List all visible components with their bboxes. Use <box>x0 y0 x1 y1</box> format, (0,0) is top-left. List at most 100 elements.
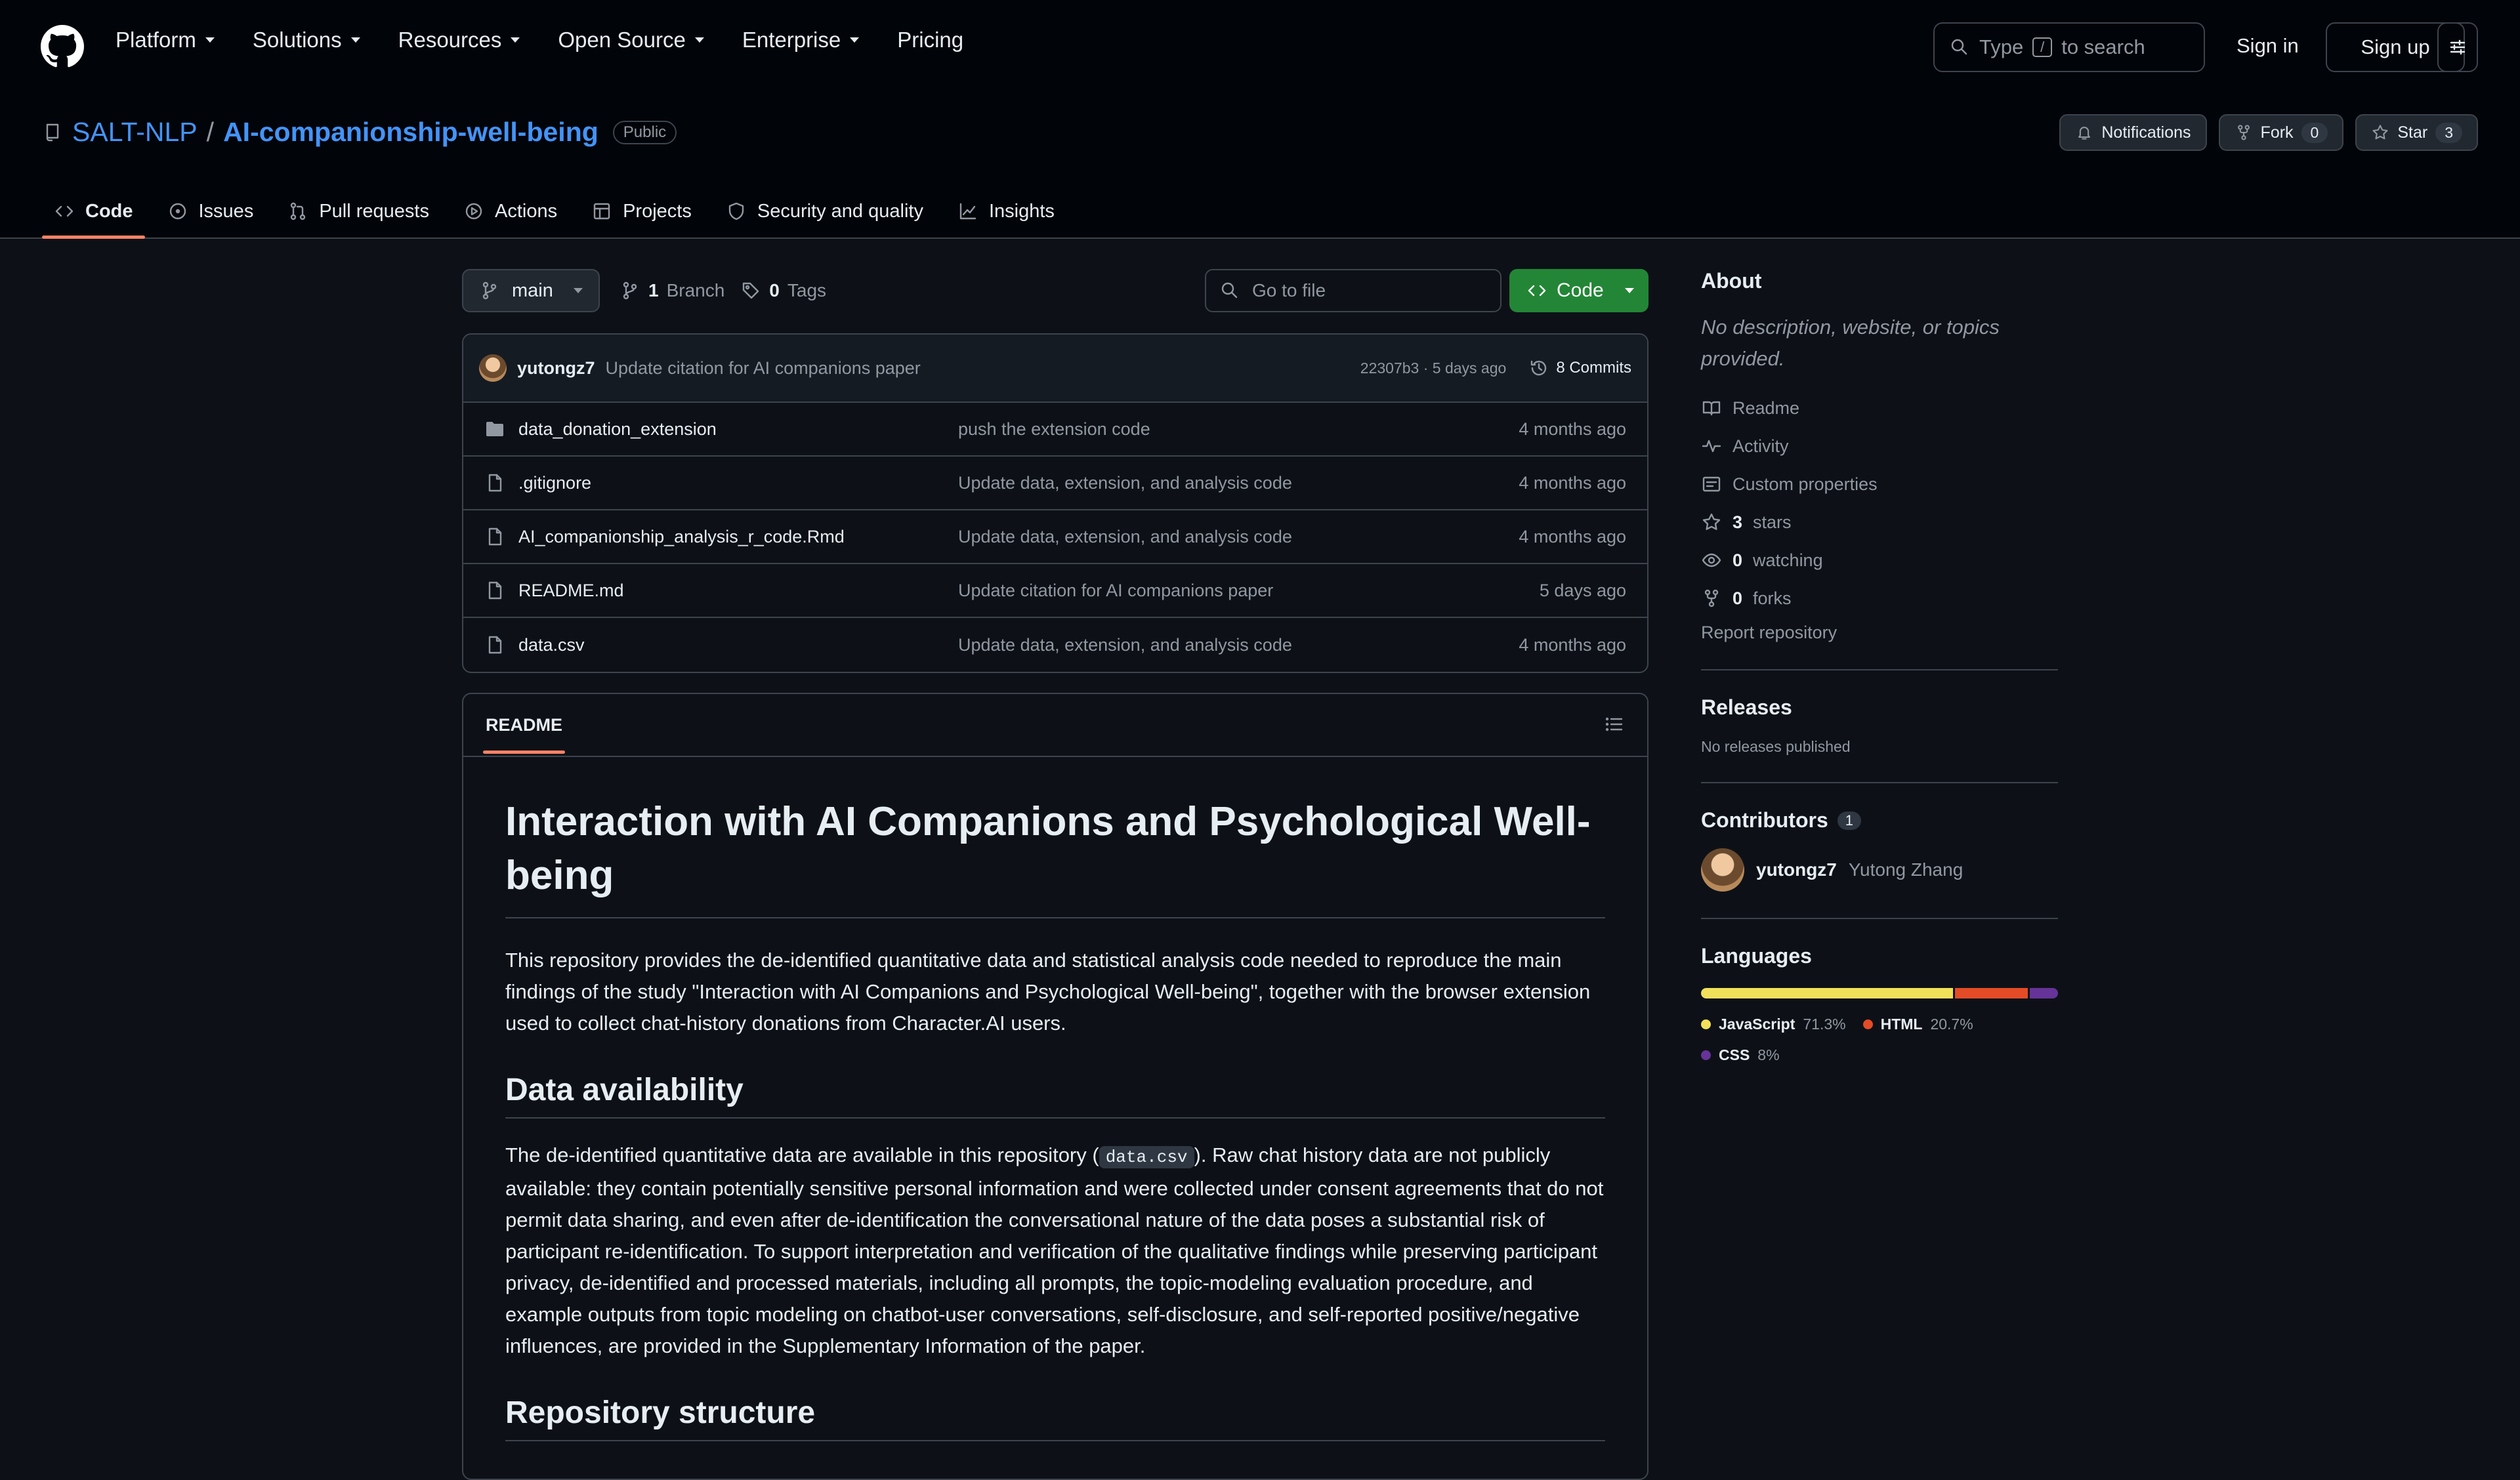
global-search-input[interactable]: Type / to search <box>1933 22 2205 72</box>
forks-link[interactable]: 0 forks <box>1701 579 2058 617</box>
repo-actions: Notifications Fork 0 Star 3 <box>2059 114 2478 151</box>
list-icon[interactable] <box>1604 714 1625 735</box>
tab-code-label: Code <box>85 200 133 222</box>
contributor-avatar[interactable] <box>1701 848 1744 892</box>
stars-link[interactable]: 3 stars <box>1701 503 2058 541</box>
branches-link[interactable]: 1 Branch <box>620 280 724 301</box>
nav-resources[interactable]: Resources <box>398 28 520 52</box>
custom-properties-label: Custom properties <box>1732 474 1878 494</box>
file-name[interactable]: data_donation_extension <box>518 419 958 440</box>
tab-actions-label: Actions <box>494 200 558 222</box>
commit-author[interactable]: yutongz7 <box>517 358 595 379</box>
inline-code: data.csv <box>1099 1146 1194 1168</box>
github-logo-icon[interactable] <box>41 25 84 68</box>
file-commit-message[interactable]: Update citation for AI companions paper <box>958 581 1540 601</box>
tab-pull-requests[interactable]: Pull requests <box>276 185 441 237</box>
pulse-icon <box>1702 440 1721 453</box>
chevron-down-icon <box>694 37 704 43</box>
go-to-file-input[interactable]: Go to file <box>1205 269 1502 312</box>
code-dropdown-button[interactable]: Code <box>1509 269 1648 312</box>
divider <box>1701 782 2058 783</box>
stars-count: 3 <box>1732 512 1743 532</box>
fork-label: Fork <box>2260 123 2294 142</box>
nav-pricing[interactable]: Pricing <box>897 28 963 52</box>
nav-enterprise[interactable]: Enterprise <box>742 28 860 52</box>
nav-solutions[interactable]: Solutions <box>253 28 360 52</box>
commit-message[interactable]: Update citation for AI companions paper <box>606 358 921 379</box>
commit-hash-time[interactable]: 22307b3 · 5 days ago <box>1360 360 1507 377</box>
contributors-title[interactable]: Contributors <box>1701 808 1828 832</box>
file-name[interactable]: README.md <box>518 581 958 601</box>
about-sidebar: About No description, website, or topics… <box>1701 269 2058 1064</box>
contributor-login[interactable]: yutongz7 <box>1756 859 1837 880</box>
tab-code[interactable]: Code <box>42 185 145 239</box>
file-age: 5 days ago <box>1539 580 1626 600</box>
issue-icon <box>169 203 186 220</box>
file-name[interactable]: data.csv <box>518 635 958 655</box>
code-icon <box>55 205 74 217</box>
stars-label: stars <box>1753 512 1792 532</box>
activity-link[interactable]: Activity <box>1701 427 2058 465</box>
notifications-label: Notifications <box>2101 123 2191 142</box>
repo-owner-link[interactable]: SALT-NLP <box>72 117 198 148</box>
language-item[interactable]: JavaScript 71.3% <box>1701 1016 1846 1033</box>
language-item[interactable]: HTML 20.7% <box>1862 1016 1973 1033</box>
releases-empty-text: No releases published <box>1701 738 1851 755</box>
repo-name-link[interactable]: AI-companionship-well-being <box>223 117 598 148</box>
file-name[interactable]: AI_companionship_analysis_r_code.Rmd <box>518 527 958 547</box>
file-row[interactable]: AI_companionship_analysis_r_code.Rmd Upd… <box>463 510 1647 564</box>
latest-commit-row: yutongz7 Update citation for AI companio… <box>463 335 1647 403</box>
nav-open-source[interactable]: Open Source <box>558 28 704 52</box>
file-row[interactable]: data_donation_extension push the extensi… <box>463 403 1647 457</box>
language-name: CSS <box>1719 1046 1750 1063</box>
nav-platform[interactable]: Platform <box>116 28 215 52</box>
table-icon <box>593 203 610 220</box>
tab-actions[interactable]: Actions <box>452 185 569 237</box>
report-repository-link[interactable]: Report repository <box>1701 623 2058 643</box>
file-row[interactable]: data.csv Update data, extension, and ana… <box>463 618 1647 672</box>
notifications-button[interactable]: Notifications <box>2059 114 2207 151</box>
file-name[interactable]: .gitignore <box>518 473 958 493</box>
repository-structure-heading: Repository structure <box>505 1395 1605 1441</box>
data-text-post: ). Raw chat history data are not publicl… <box>505 1143 1604 1357</box>
file-commit-message[interactable]: push the extension code <box>958 419 1519 440</box>
file-age: 4 months ago <box>1519 526 1626 546</box>
language-color-dot <box>1862 1019 1873 1029</box>
tags-link[interactable]: 0 Tags <box>740 280 826 301</box>
search-icon <box>1221 282 1238 298</box>
author-avatar[interactable] <box>479 354 507 382</box>
custom-properties-link[interactable]: Custom properties <box>1701 465 2058 503</box>
readme-link[interactable]: Readme <box>1701 389 2058 427</box>
search-placeholder-post: to search <box>2061 35 2145 58</box>
tab-insights[interactable]: Insights <box>946 185 1066 237</box>
contributor-item[interactable]: yutongz7 Yutong Zhang <box>1701 848 2058 892</box>
fork-button[interactable]: Fork 0 <box>2218 114 2344 151</box>
branch-select[interactable]: main <box>462 269 600 312</box>
shield-icon <box>728 202 744 220</box>
star-icon <box>1702 513 1721 530</box>
language-item[interactable]: CSS 8% <box>1701 1046 2058 1064</box>
tag-label: Tags <box>787 280 827 300</box>
file-commit-message[interactable]: Update data, extension, and analysis cod… <box>958 473 1519 493</box>
tab-projects[interactable]: Projects <box>579 185 704 237</box>
branch-label: Branch <box>666 280 725 300</box>
file-commit-message[interactable]: Update data, extension, and analysis cod… <box>958 635 1519 655</box>
watching-link[interactable]: 0 watching <box>1701 541 2058 579</box>
graph-icon <box>959 203 976 220</box>
eye-icon <box>1702 553 1721 567</box>
star-button[interactable]: Star 3 <box>2355 114 2478 151</box>
tab-security[interactable]: Security and quality <box>714 185 935 237</box>
releases-title[interactable]: Releases <box>1701 695 2058 720</box>
readme-tab[interactable]: README <box>482 715 566 754</box>
sign-in-link[interactable]: Sign in <box>2236 34 2299 58</box>
commits-link[interactable]: 8 Commits <box>1528 358 1631 379</box>
tab-issues[interactable]: Issues <box>156 185 266 237</box>
repo-path-separator: / <box>206 117 215 147</box>
file-row[interactable]: .gitignore Update data, extension, and a… <box>463 457 1647 510</box>
nav-pricing-label: Pricing <box>897 28 964 52</box>
readme-header: README <box>463 694 1647 757</box>
file-commit-message[interactable]: Update data, extension, and analysis cod… <box>958 527 1519 547</box>
file-row[interactable]: README.md Update citation for AI compani… <box>463 564 1647 618</box>
code-icon <box>1528 285 1546 297</box>
appearance-settings-button[interactable] <box>2437 22 2478 72</box>
